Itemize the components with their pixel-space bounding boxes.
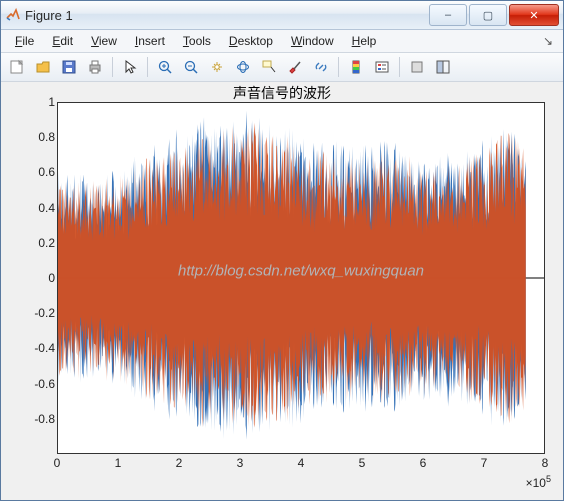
y-tick: 0 bbox=[15, 271, 55, 285]
print-button[interactable] bbox=[83, 56, 107, 78]
y-tick: 0.4 bbox=[15, 201, 55, 215]
zoom-in-button[interactable] bbox=[153, 56, 177, 78]
menu-help[interactable]: Help bbox=[344, 32, 385, 50]
insert-colorbar-button[interactable] bbox=[344, 56, 368, 78]
window-title: Figure 1 bbox=[25, 8, 429, 23]
figure-window: Figure 1 – ▢ ✕ File Edit View Insert Too… bbox=[0, 0, 564, 501]
menu-view[interactable]: View bbox=[83, 32, 125, 50]
x-tick: 3 bbox=[237, 456, 244, 470]
new-figure-button[interactable] bbox=[5, 56, 29, 78]
maximize-button[interactable]: ▢ bbox=[469, 4, 507, 26]
y-tick: 0.2 bbox=[15, 236, 55, 250]
x-tick: 8 bbox=[542, 456, 549, 470]
y-tick: 0.8 bbox=[15, 130, 55, 144]
x-tick: 7 bbox=[481, 456, 488, 470]
x-tick: 1 bbox=[115, 456, 122, 470]
link-button[interactable] bbox=[309, 56, 333, 78]
y-tick: 0.6 bbox=[15, 165, 55, 179]
pointer-button[interactable] bbox=[118, 56, 142, 78]
menu-tools[interactable]: Tools bbox=[175, 32, 219, 50]
close-button[interactable]: ✕ bbox=[509, 4, 559, 26]
data-cursor-button[interactable] bbox=[257, 56, 281, 78]
axes-area[interactable]: 声音信号的波形 http://blog.csdn.net/wxq_wuxingq… bbox=[1, 82, 563, 500]
toolbar-separator bbox=[147, 57, 148, 77]
rotate-button[interactable] bbox=[231, 56, 255, 78]
y-tick: -0.2 bbox=[15, 306, 55, 320]
open-button[interactable] bbox=[31, 56, 55, 78]
toolbar-separator bbox=[399, 57, 400, 77]
pan-button[interactable] bbox=[205, 56, 229, 78]
plot-frame: http://blog.csdn.net/wxq_wuxingquan bbox=[57, 102, 545, 454]
x-exponent-label: ×105 bbox=[526, 474, 551, 490]
y-tick: -0.8 bbox=[15, 412, 55, 426]
menu-window[interactable]: Window bbox=[283, 32, 342, 50]
window-buttons: – ▢ ✕ bbox=[429, 4, 559, 26]
dock-button[interactable] bbox=[431, 56, 455, 78]
waveform-plot bbox=[58, 103, 544, 453]
menubar: File Edit View Insert Tools Desktop Wind… bbox=[1, 30, 563, 53]
menu-edit[interactable]: Edit bbox=[44, 32, 81, 50]
menu-desktop[interactable]: Desktop bbox=[221, 32, 281, 50]
y-tick: 1 bbox=[15, 95, 55, 109]
insert-legend-button[interactable] bbox=[370, 56, 394, 78]
x-tick: 2 bbox=[176, 456, 183, 470]
toolbar-separator bbox=[112, 57, 113, 77]
toolbar bbox=[1, 53, 563, 82]
y-tick: -0.6 bbox=[15, 377, 55, 391]
toolbar-separator bbox=[338, 57, 339, 77]
x-tick: 5 bbox=[359, 456, 366, 470]
menu-overflow-icon[interactable]: ↘ bbox=[539, 34, 557, 48]
titlebar[interactable]: Figure 1 – ▢ ✕ bbox=[1, 1, 563, 30]
save-button[interactable] bbox=[57, 56, 81, 78]
zoom-out-button[interactable] bbox=[179, 56, 203, 78]
hide-tools-button[interactable] bbox=[405, 56, 429, 78]
matlab-icon bbox=[5, 7, 21, 23]
brush-button[interactable] bbox=[283, 56, 307, 78]
plot-title: 声音信号的波形 bbox=[233, 83, 331, 103]
y-tick: -0.4 bbox=[15, 341, 55, 355]
x-tick: 4 bbox=[298, 456, 305, 470]
x-tick: 6 bbox=[420, 456, 427, 470]
minimize-button[interactable]: – bbox=[429, 4, 467, 26]
menu-insert[interactable]: Insert bbox=[127, 32, 173, 50]
x-tick: 0 bbox=[54, 456, 61, 470]
menu-file[interactable]: File bbox=[7, 32, 42, 50]
